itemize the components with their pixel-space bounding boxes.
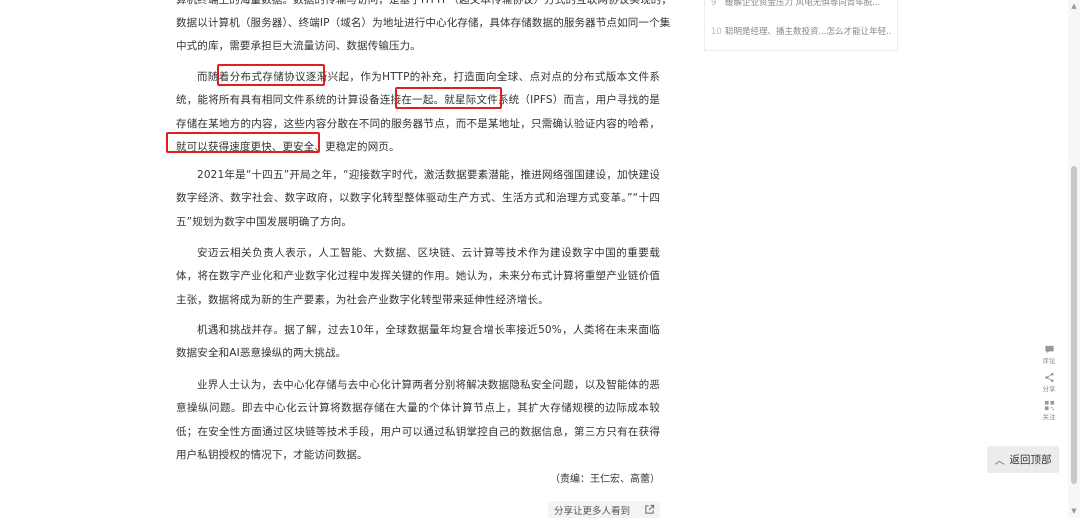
scrollbar-thumb[interactable] [1071, 166, 1077, 484]
editor-credit: （责编：王仁宏、高蕾） [550, 474, 660, 485]
scroll-down-arrow-icon[interactable]: ▼ [1070, 507, 1078, 515]
back-to-top-button[interactable]: ︿ 返回顶部 [987, 446, 1059, 473]
paragraph-0-line-1: 算机终端上的海量数据。数据的传输与访问，是基于HTTP（超文本传输协议）方式的互… [176, 0, 673, 6]
comment-icon [1044, 345, 1054, 353]
paragraph-5: 业界人士认为，去中心化存储与去中心化计算两者分别将解决数据隐私安全问题，以及智能… [176, 379, 660, 462]
follow-tool[interactable]: 关注 [1038, 396, 1060, 424]
paragraph-3: 安迈云相关负责人表示，人工智能、大数据、区块链、云计算等技术作为建设数字中国的重… [176, 247, 660, 306]
share-icon [1044, 372, 1054, 382]
vertical-scrollbar[interactable]: ▲ ▼ [1068, 0, 1080, 518]
qr-code-icon [1044, 400, 1054, 410]
comment-tool[interactable]: 评论 [1038, 340, 1060, 368]
floating-toolbar: 评论 分享 关注 [1038, 340, 1060, 424]
share-tool[interactable]: 分享 [1038, 368, 1060, 396]
scroll-up-arrow-icon[interactable]: ▲ [1070, 2, 1078, 10]
paragraph-4: 机遇和挑战并存。据了解，过去10年，全球数据量年均复合增长率接近50%，人类将在… [176, 324, 660, 360]
paragraph-0-line-3: 中式的库，需要承担巨大流量访问、数据传输压力。 [176, 40, 421, 52]
paragraph-1: 而随着分布式存储协议逐渐兴起，作为HTTP的补充，打造面向全球、点对点的分布式版… [176, 71, 660, 154]
related-item[interactable]: 10 聪明是经理、播主数投资...怎么才能让年轻... [711, 25, 891, 37]
related-item[interactable]: 9 缓解企业资金压力 风电无惧等同青年脱... [711, 0, 891, 8]
external-share-icon[interactable] [644, 504, 655, 515]
paragraph-0-line-2: 数据以计算机（服务器）、终端IP（域名）为地址进行中心化存储，具体存储数据的服务… [176, 17, 671, 29]
paragraph-2: 2021年是“十四五”开局之年，“迎接数字时代，激活数据要素潜能，推进网络强国建… [176, 169, 660, 228]
share-label: 分享让更多人看到 [554, 505, 631, 517]
related-articles-panel: 9 缓解企业资金压力 风电无惧等同青年脱... 10 聪明是经理、播主数投资...怎… [704, 0, 898, 51]
share-bar[interactable]: 分享让更多人看到 [548, 501, 660, 518]
chevron-up-icon: ︿ [994, 456, 1005, 467]
